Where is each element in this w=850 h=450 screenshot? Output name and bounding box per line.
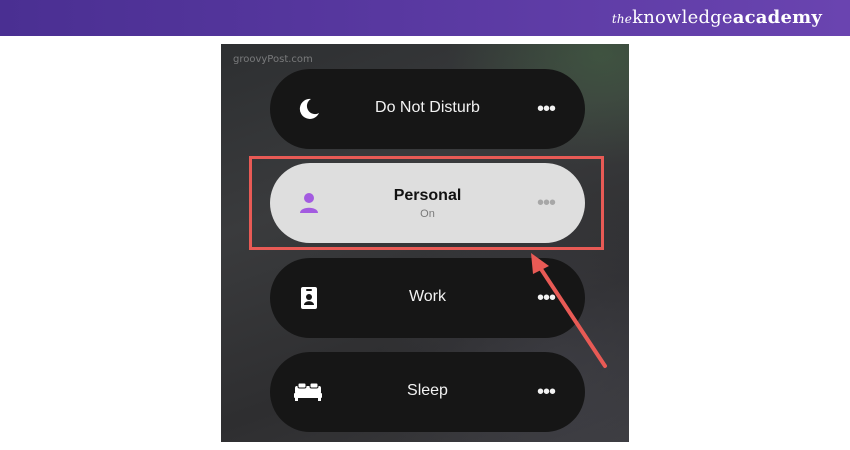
pointer-arrow — [531, 253, 607, 368]
brand-the: the — [611, 12, 633, 26]
brand-knowledge: knowledge — [632, 7, 733, 28]
focus-screenshot: groovyPost.com Do Not Disturb ••• Person… — [221, 44, 629, 442]
header-banner: theknowledgeacademy — [0, 0, 850, 36]
brand-logo: theknowledgeacademy — [612, 7, 822, 28]
brand-academy: academy — [732, 7, 822, 28]
